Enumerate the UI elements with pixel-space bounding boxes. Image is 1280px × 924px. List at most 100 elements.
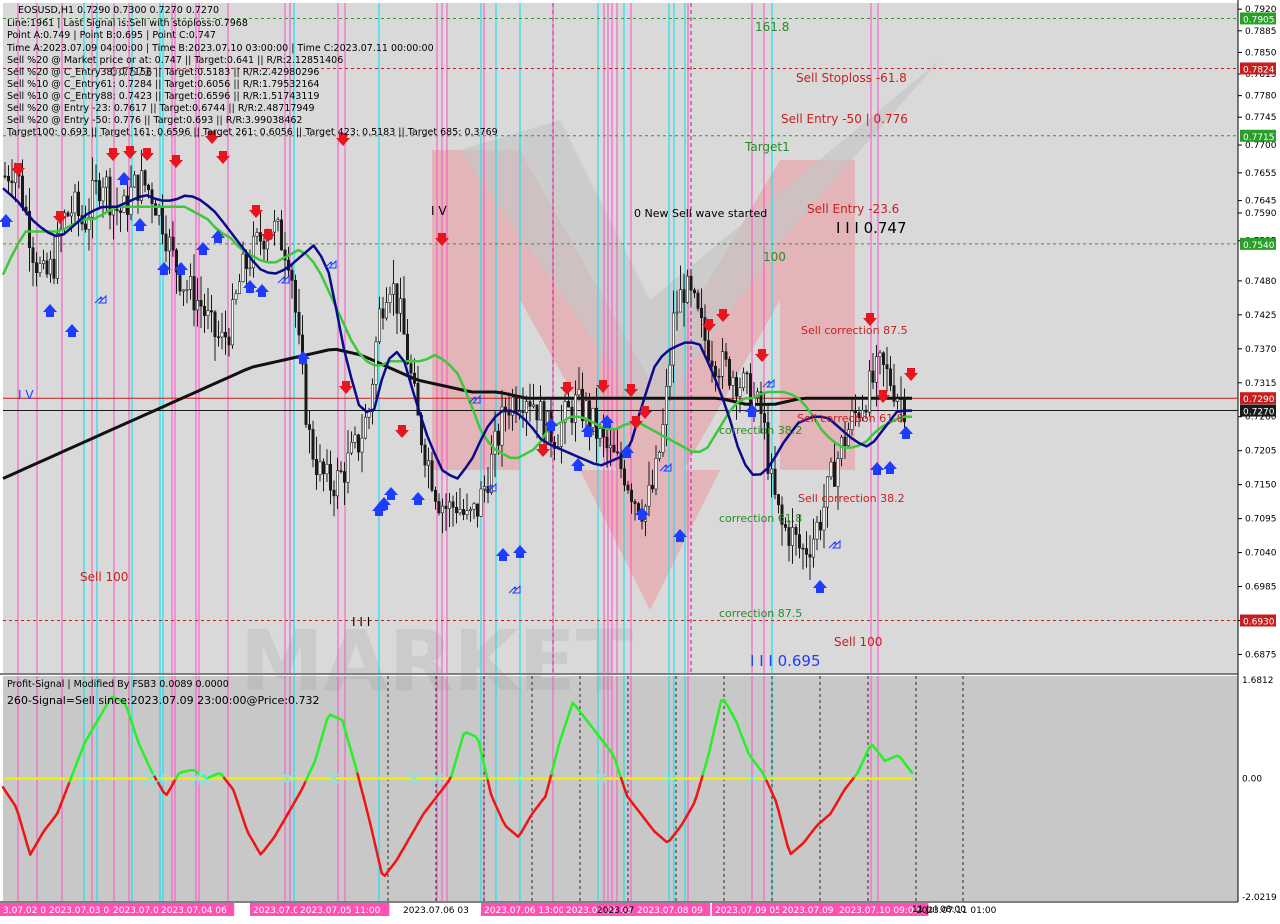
sell-correction-382-label: Sell correction 38.2 (798, 492, 905, 505)
sell-correction-618-label: Sell correction 61.8 (797, 412, 904, 425)
candle-body (154, 204, 156, 216)
info-line: Sell %10 @ C_Entry61: 0.7284 || Target:0… (7, 79, 319, 90)
sell-entry-23-label: Sell Entry -23.6 (807, 202, 899, 216)
price-tick-label: 0.7040 (1245, 549, 1277, 559)
price-tick-label: 0.7095 (1245, 515, 1277, 525)
candle-body (823, 507, 825, 530)
candle-body (886, 365, 888, 369)
candle-body (896, 399, 898, 402)
candle-body (294, 280, 296, 312)
fib-161-label: 161.8 (755, 20, 789, 34)
candle-body (476, 504, 478, 517)
candle-body (427, 461, 429, 465)
faint-wave-label: 0.7572 (110, 65, 152, 79)
correction-618-label: correction 61.8 (719, 512, 802, 525)
candle-body (574, 395, 576, 423)
candle-body (186, 289, 188, 290)
candle-body (833, 462, 835, 486)
price-tag-label: 0.7270 (1243, 408, 1275, 418)
wave-iv-label: I V (431, 204, 447, 218)
candle-body (697, 293, 699, 308)
candle-body (105, 177, 107, 187)
candle-body (42, 261, 44, 264)
candle-body (382, 309, 384, 318)
candle-body (165, 234, 167, 251)
candle-body (837, 459, 839, 487)
candle-body (249, 268, 251, 269)
candle-body (522, 412, 524, 413)
candle-body (578, 389, 580, 395)
time-label: 3.07.02 04 (3, 906, 52, 916)
candle-body (497, 431, 499, 445)
candle-body (448, 502, 450, 509)
price-tick-label: 0.7590 (1245, 209, 1277, 219)
candle-body (616, 452, 618, 453)
candle-body (182, 290, 184, 291)
candle-body (70, 213, 72, 216)
candle-body (630, 490, 632, 502)
candle-body (882, 353, 884, 365)
candle-body (875, 357, 877, 383)
time-label: 2023.07.09 05 (715, 906, 781, 916)
candle-body (396, 284, 398, 314)
candle-body (728, 359, 730, 385)
info-line: Sell %20 @ Entry -23: 0.7617 || Target:0… (7, 103, 315, 114)
candle-body (308, 425, 310, 430)
candle-body (774, 469, 776, 495)
candle-body (231, 300, 233, 345)
candle-body (581, 389, 583, 421)
time-label: 2023.07.05 11:00 (300, 906, 381, 916)
info-line: Point A:0.749 | Point B:0.695 | Point C:… (7, 30, 216, 41)
candle-body (210, 311, 212, 312)
candle-body (893, 386, 895, 402)
info-line: Target100: 0.693 || Target 161: 0.6596 |… (6, 127, 498, 138)
candle-body (326, 464, 328, 474)
time-label: 2023.07.08 09 (637, 906, 703, 916)
time-label: 2023.07.06 03 (403, 906, 469, 916)
candle-body (529, 402, 531, 407)
candle-body (480, 489, 482, 516)
price-tick-label: 0.7150 (1245, 481, 1277, 491)
price-tick-label: 0.7780 (1245, 92, 1277, 102)
candle-body (567, 401, 569, 407)
candle-body (340, 471, 342, 472)
info-line: Sell %20 @ C_Entry38: 0.7156 || Target:0… (7, 67, 319, 78)
candle-body (763, 414, 765, 423)
candle-body (539, 402, 541, 420)
candle-body (291, 270, 293, 280)
candle-body (357, 435, 359, 452)
price-tick-label: 0.6875 (1245, 650, 1277, 660)
sell-100-left-label: Sell 100 (80, 570, 128, 584)
sell-100-right-label: Sell 100 (834, 635, 882, 649)
candle-body (196, 300, 198, 310)
candle-body (84, 224, 86, 229)
candle-body (711, 361, 713, 366)
candle-body (648, 485, 650, 506)
candle-body (735, 377, 737, 396)
candle-body (798, 535, 800, 548)
candle-body (333, 490, 335, 496)
candle-body (168, 237, 170, 251)
candle-body (203, 306, 205, 315)
candle-body (403, 299, 405, 335)
wave-iii-label: I I I (352, 615, 370, 629)
candle-body (193, 276, 195, 310)
candle-body (298, 312, 300, 335)
candle-body (508, 412, 510, 415)
candle-body (21, 176, 23, 207)
candle-body (452, 502, 454, 507)
candle-body (242, 254, 244, 282)
candle-body (53, 259, 55, 278)
candle-body (868, 371, 870, 412)
candle-body (592, 408, 594, 427)
candle-body (571, 407, 573, 422)
candle-body (445, 506, 447, 509)
candle-body (627, 485, 629, 490)
candle-body (347, 453, 349, 482)
eosusd-h1-chart[interactable]: MARKET 0.79200.78850.78500.78150.77800.7… (0, 0, 1280, 920)
candle-body (224, 332, 226, 337)
symbol-line: EOSUSD,H1 0.7290 0.7300 0.7270 0.7270 (18, 5, 219, 16)
candle-body (371, 384, 373, 411)
candle-body (455, 507, 457, 513)
candle-body (473, 504, 475, 509)
